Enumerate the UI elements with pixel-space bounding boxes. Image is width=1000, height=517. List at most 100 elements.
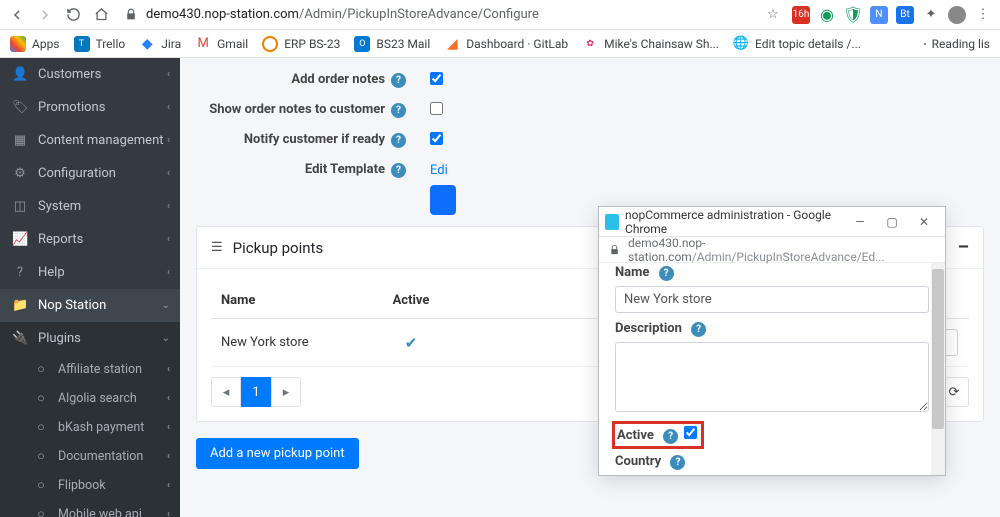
help-icon[interactable]: ? [670, 455, 685, 470]
bookmark-edit-topic[interactable]: 🌐Edit topic details /... [733, 36, 861, 52]
popup-description-input[interactable] [615, 342, 929, 412]
erp-icon [262, 36, 278, 52]
help-icon[interactable]: ? [391, 163, 406, 178]
url-path: /Admin/PickupInStoreAdvance/Configure [299, 7, 539, 22]
sidebar: 👤Customers‹ 🏷Promotions‹ ▦Content manage… [0, 58, 180, 517]
folder-icon: 📁 [12, 298, 28, 313]
browser-toolbar: demo430.nop-station.com/Admin/PickupInSt… [0, 0, 1000, 30]
cell-name: New York store [211, 319, 381, 367]
sidebar-item-system[interactable]: ◫System‹ [0, 190, 180, 223]
setting-edit-template: Edit Template? Edi [196, 156, 984, 184]
sidebar-sub-algolia[interactable]: ○Algolia search‹ [0, 384, 180, 413]
bookmark-apps[interactable]: Apps [10, 36, 60, 52]
bookmark-erp[interactable]: ERP BS-23 [262, 36, 340, 52]
pager-page-1[interactable]: 1 [241, 377, 271, 407]
sidebar-item-promotions[interactable]: 🏷Promotions‹ [0, 91, 180, 124]
popup-name-input[interactable] [615, 286, 929, 313]
show-order-notes-checkbox[interactable] [430, 102, 443, 115]
ext-n-icon[interactable]: N [870, 6, 888, 24]
add-order-notes-checkbox[interactable] [430, 72, 443, 85]
forward-button[interactable] [36, 6, 54, 24]
extension-icons: 16h ◉ 🛡 N Bt ✦ ⋮ [792, 6, 992, 24]
home-button[interactable] [92, 6, 110, 24]
pager-next[interactable]: ▸ [271, 377, 301, 407]
sidebar-item-nop-station[interactable]: 📁Nop Station⌄ [0, 289, 180, 322]
ext-badge-icon[interactable]: 16h [792, 6, 810, 24]
setting-add-order-notes: Add order notes? [196, 66, 984, 94]
back-button[interactable] [8, 6, 26, 24]
chevron-left-icon: ‹ [167, 201, 170, 212]
check-icon: ✔ [405, 334, 418, 352]
circle-icon: ○ [34, 420, 48, 435]
sidebar-item-help[interactable]: ?Help‹ [0, 256, 180, 289]
col-name: Name [211, 283, 381, 319]
popup-active-checkbox[interactable] [684, 426, 697, 439]
help-icon[interactable]: ? [659, 266, 674, 281]
popup-addressbar[interactable]: demo430.nop-station.com/Admin/PickupInSt… [599, 237, 945, 263]
maximize-button[interactable]: ▢ [877, 210, 907, 234]
chevron-left-icon: ‹ [167, 451, 170, 462]
sidebar-sub-bkash[interactable]: ○bKash payment‹ [0, 413, 180, 442]
address-bar[interactable]: demo430.nop-station.com/Admin/PickupInSt… [120, 7, 754, 22]
bookmark-gitlab[interactable]: ◢Dashboard · GitLab [444, 36, 568, 52]
bookmark-gmail[interactable]: MGmail [195, 36, 248, 52]
outlook-icon: O [354, 36, 370, 52]
bookmark-jira[interactable]: ◆Jira [139, 36, 181, 52]
pagination: ◂ 1 ▸ [211, 377, 301, 407]
help-icon[interactable]: ? [391, 73, 406, 88]
chevron-left-icon: ‹ [167, 168, 170, 179]
sidebar-item-customers[interactable]: 👤Customers‹ [0, 58, 180, 91]
sidebar-sub-affiliate[interactable]: ○Affiliate station‹ [0, 355, 180, 384]
help-icon[interactable]: ? [391, 133, 406, 148]
apps-icon [10, 36, 26, 52]
scrollbar-thumb[interactable] [932, 269, 944, 429]
bookmark-trello[interactable]: TTrello [74, 36, 126, 52]
pager-prev[interactable]: ◂ [211, 377, 241, 407]
sidebar-sub-documentation[interactable]: ○Documentation‹ [0, 442, 180, 471]
reading-list[interactable]: Reading lis [924, 37, 990, 51]
col-active: Active [381, 283, 441, 319]
sidebar-item-reports[interactable]: 📈Reports‹ [0, 223, 180, 256]
edit-popup-window: nopCommerce administration - Google Chro… [598, 206, 946, 476]
popup-name-label: Name [615, 265, 649, 280]
popup-titlebar[interactable]: nopCommerce administration - Google Chro… [599, 207, 945, 237]
popup-scrollbar[interactable] [931, 263, 945, 475]
chevron-left-icon: ‹ [167, 234, 170, 245]
gmail-icon: M [195, 36, 211, 52]
sidebar-item-plugins[interactable]: 🔌Plugins⌄ [0, 322, 180, 355]
help-icon[interactable]: ? [391, 103, 406, 118]
gitlab-icon: ◢ [444, 36, 460, 52]
card-title: Pickup points [233, 239, 324, 257]
collapse-button[interactable]: – [958, 237, 969, 258]
chevron-left-icon: ‹ [167, 364, 170, 375]
bookmark-mikes[interactable]: ✿Mike's Chainsaw Sh... [582, 36, 719, 52]
setting-show-order-notes: Show order notes to customer? [196, 96, 984, 124]
close-button[interactable]: ✕ [909, 210, 939, 234]
add-pickup-point-button[interactable]: Add a new pickup point [196, 438, 359, 469]
extensions-icon[interactable]: ✦ [922, 6, 940, 24]
help-icon[interactable]: ? [663, 429, 678, 444]
menu-icon[interactable]: ⋮ [974, 6, 992, 24]
bookmark-mail[interactable]: OBS23 Mail [354, 36, 430, 52]
sidebar-sub-mobile[interactable]: ○Mobile web api‹ [0, 500, 180, 517]
reload-button[interactable] [64, 6, 82, 24]
ext-shield-icon[interactable]: 🛡 [844, 6, 862, 24]
avatar-icon[interactable] [948, 6, 966, 24]
minimize-button[interactable]: — [845, 210, 875, 234]
edit-template-link[interactable]: Edi [430, 163, 448, 178]
chevron-left-icon: ‹ [167, 102, 170, 113]
sidebar-sub-flipbook[interactable]: ○Flipbook‹ [0, 471, 180, 500]
user-icon: 👤 [12, 67, 28, 82]
list-icon: ☰ [211, 240, 223, 255]
star-icon[interactable]: ☆ [764, 6, 782, 24]
ext-grammarly-icon[interactable]: ◉ [818, 6, 836, 24]
plug-icon: 🔌 [12, 331, 28, 346]
save-button-partial[interactable] [430, 185, 456, 215]
setting-notify: Notify customer if ready? [196, 126, 984, 154]
ext-translate-icon[interactable]: Bt [896, 6, 914, 24]
sidebar-item-content[interactable]: ▦Content management‹ [0, 124, 180, 157]
notify-checkbox[interactable] [430, 132, 443, 145]
trello-icon: T [74, 36, 90, 52]
help-icon[interactable]: ? [691, 322, 706, 337]
sidebar-item-configuration[interactable]: ⚙Configuration‹ [0, 157, 180, 190]
